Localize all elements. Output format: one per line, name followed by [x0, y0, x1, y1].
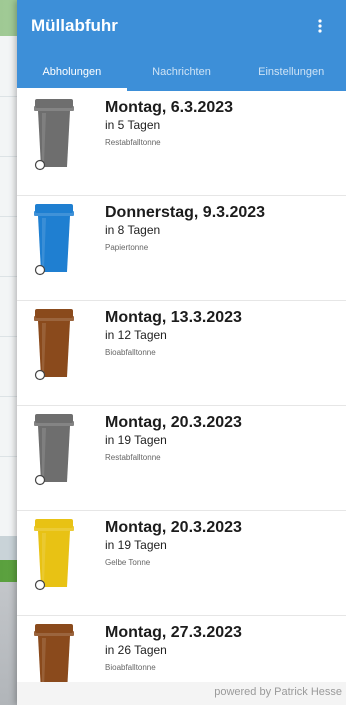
pickup-text: Montag, 13.3.2023 in 12 Tagen Bioabfallton…: [105, 308, 242, 359]
pickup-text: Montag, 27.3.2023 in 26 Tagen Bioabfallton…: [105, 623, 242, 674]
tab-einstellungen[interactable]: Einstellungen: [236, 59, 346, 91]
pickup-countdown: in 19 Tagen: [105, 433, 167, 447]
bin-type-label: Bioabfalltonne: [105, 663, 156, 672]
title-row: Müllabfuhr: [17, 0, 346, 59]
footer: powered by Patrick Hesse: [17, 682, 346, 705]
pickup-date: Donnerstag, 9.3.2023: [105, 204, 266, 221]
overflow-menu-button[interactable]: [308, 14, 332, 38]
pickup-countdown: in 8 Tagen: [105, 223, 161, 237]
pickup-text: Donnerstag, 9.3.2023 in 8 Tagen Papiertonn…: [105, 203, 265, 254]
pickup-list: Montag, 6.3.2023 in 5 Tagen Restabfalltonn…: [17, 91, 346, 705]
app-title: Müllabfuhr: [31, 15, 118, 35]
pickup-date: Montag, 27.3.2023: [105, 624, 242, 641]
pickup-countdown: in 19 Tagen: [105, 538, 167, 552]
pickup-text: Montag, 20.3.2023 in 19 Tagen Restabfallto…: [105, 413, 242, 464]
pickup-list-item[interactable]: Donnerstag, 9.3.2023 in 8 Tagen Papiertonn…: [17, 196, 346, 301]
pickup-list-item[interactable]: Montag, 6.3.2023 in 5 Tagen Restabfalltonn…: [17, 91, 346, 196]
pickup-list-item[interactable]: Montag, 20.3.2023 in 19 Tagen Gelbe Tonne: [17, 511, 346, 616]
tab-abholungen[interactable]: Abholungen: [17, 59, 127, 91]
pickup-countdown: in 26 Tagen: [105, 643, 167, 657]
app-bar: Müllabfuhr Abholungen Nachrichten Einste…: [17, 0, 346, 91]
trash-bin-icon: [34, 414, 74, 486]
trash-bin-icon: [34, 99, 74, 171]
trash-bin-icon: [34, 309, 74, 381]
trash-bin-icon: [34, 519, 74, 591]
pickup-date: Montag, 20.3.2023: [105, 519, 242, 536]
bin-type-label: Restabfalltonne: [105, 138, 161, 147]
pickup-text: Montag, 20.3.2023 in 19 Tagen Gelbe Tonne: [105, 518, 242, 569]
bin-type-label: Gelbe Tonne: [105, 558, 151, 567]
bin-type-label: Papiertonne: [105, 243, 149, 252]
tab-bar: Abholungen Nachrichten Einstellungen: [17, 59, 346, 91]
pickup-date: Montag, 20.3.2023: [105, 414, 242, 431]
pickup-date: Montag, 13.3.2023: [105, 309, 242, 326]
tab-nachrichten[interactable]: Nachrichten: [127, 59, 237, 91]
more-vert-icon: [318, 18, 322, 33]
pickup-countdown: in 5 Tagen: [105, 118, 161, 132]
pickup-date: Montag, 6.3.2023: [105, 99, 234, 116]
pickup-list-item[interactable]: Montag, 13.3.2023 in 12 Tagen Bioabfallton…: [17, 301, 346, 406]
pickup-list-item[interactable]: Montag, 20.3.2023 in 19 Tagen Restabfallto…: [17, 406, 346, 511]
bin-type-label: Bioabfalltonne: [105, 348, 156, 357]
footer-credit: powered by Patrick Hesse: [214, 686, 342, 698]
pickup-text: Montag, 6.3.2023 in 5 Tagen Restabfalltonn…: [105, 98, 233, 149]
trash-bin-icon: [34, 204, 74, 276]
bin-type-label: Restabfalltonne: [105, 453, 161, 462]
pickup-countdown: in 12 Tagen: [105, 328, 167, 342]
app-window: Müllabfuhr Abholungen Nachrichten Einste…: [17, 0, 346, 705]
